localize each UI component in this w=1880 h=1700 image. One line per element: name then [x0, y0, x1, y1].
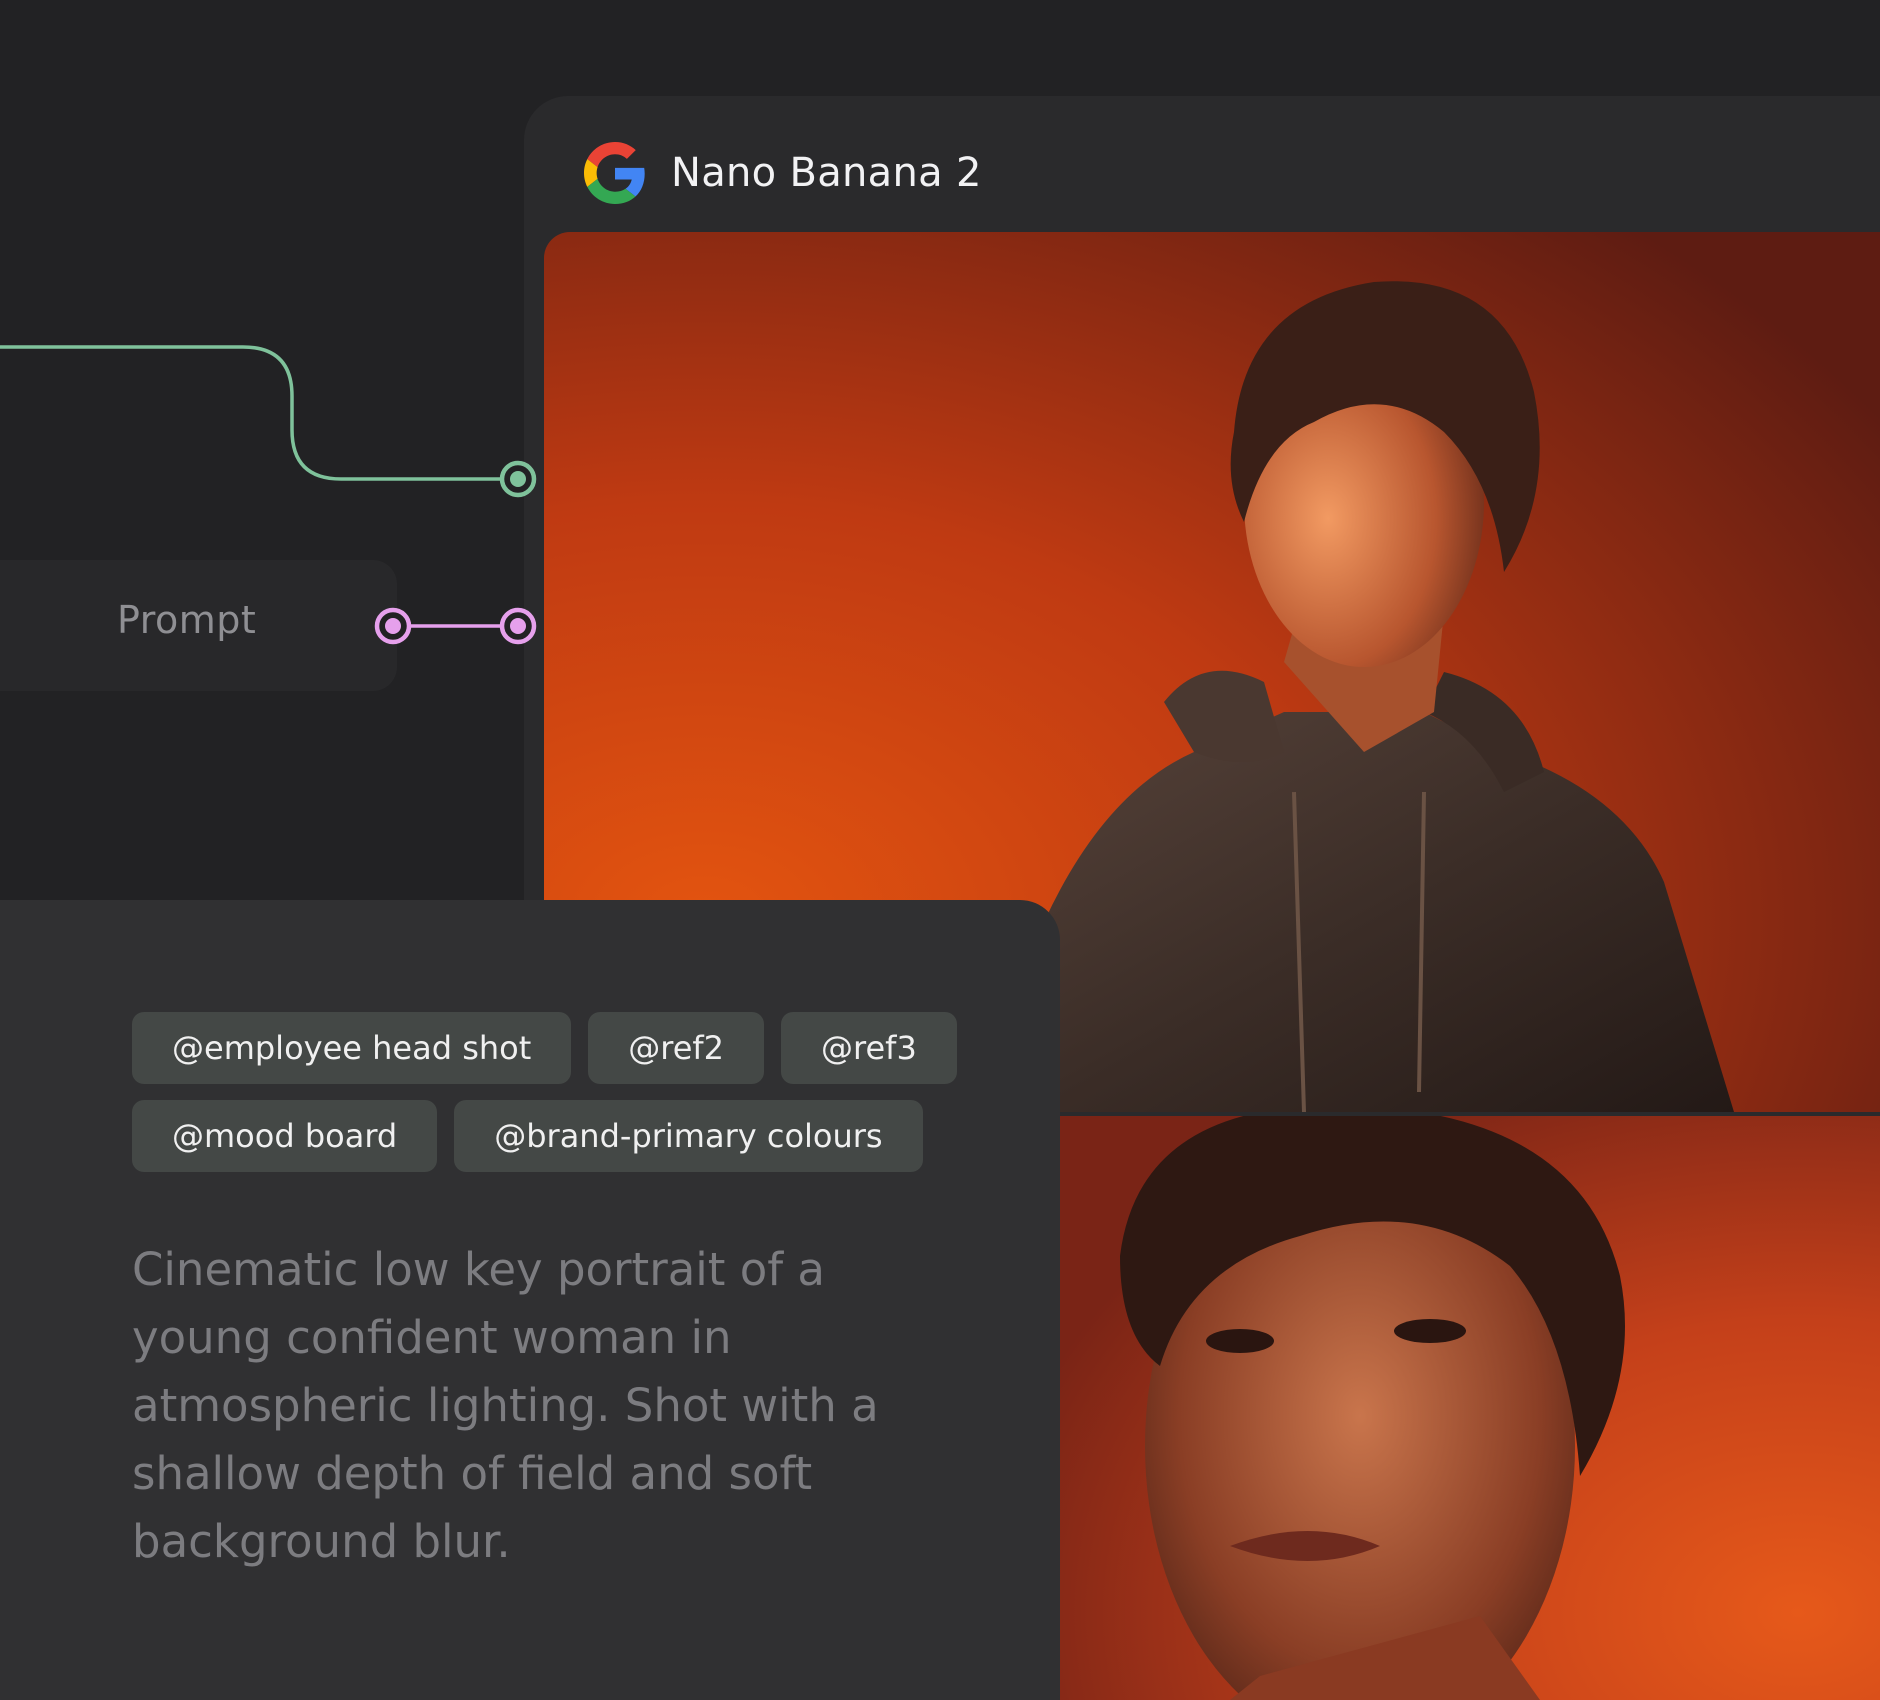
google-g-icon	[584, 142, 645, 204]
reference-chip-row: @mood board @brand-primary colours	[132, 1100, 940, 1172]
prompt-editor-panel[interactable]: @employee head shot @ref2 @ref3 @mood bo…	[0, 900, 1060, 1700]
model-node-header: Nano Banana 2	[584, 141, 982, 205]
model-name: Nano Banana 2	[671, 150, 982, 196]
reference-chip-ref3[interactable]: @ref3	[781, 1012, 957, 1084]
reference-chip-employee-head-shot[interactable]: @employee head shot	[132, 1012, 572, 1084]
reference-chip-ref2[interactable]: @ref2	[588, 1012, 765, 1084]
prompt-node[interactable]: Prompt	[0, 560, 397, 691]
closeup-image	[1060, 1116, 1880, 1700]
output-image-closeup[interactable]	[1060, 1116, 1880, 1700]
workflow-canvas[interactable]: Prompt Nano Banana 2 @employee head shot…	[0, 0, 1880, 1700]
reference-chip-brand-primary-colours[interactable]: @brand-primary colours	[454, 1100, 923, 1172]
image-input-wire[interactable]	[0, 345, 500, 481]
prompt-node-label: Prompt	[117, 598, 257, 642]
prompt-text-input[interactable]: Cinematic low key portrait of a young co…	[132, 1236, 952, 1576]
reference-chip-row: @employee head shot @ref2 @ref3	[132, 1012, 974, 1084]
reference-chip-mood-board[interactable]: @mood board	[132, 1100, 438, 1172]
